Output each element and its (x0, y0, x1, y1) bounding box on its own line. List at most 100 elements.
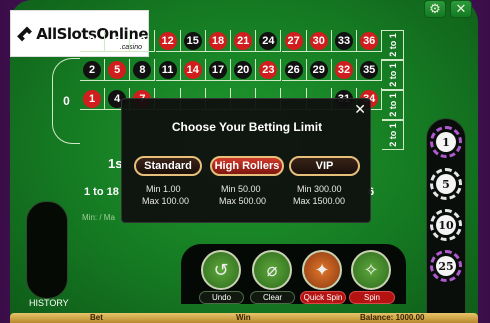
undo-label[interactable]: Undo (199, 291, 244, 304)
number-cell[interactable]: 20 (231, 59, 257, 81)
number-cell[interactable]: 9 (130, 30, 156, 52)
logo-diamond-icon (17, 26, 33, 41)
high-rollers-max: Max 500.00 (219, 196, 267, 206)
clear-icon: ⌀ (266, 259, 278, 280)
number-label: 3 (88, 33, 96, 48)
number-label: 12 (158, 31, 177, 50)
number-cell[interactable]: 26 (281, 59, 307, 81)
number-cell[interactable]: 2 (80, 59, 105, 81)
number-cell[interactable]: 33 (332, 30, 357, 52)
dialog-title: Choose Your Betting Limit (171, 120, 323, 134)
number-label: 17 (209, 60, 227, 79)
number-label: 14 (183, 60, 202, 79)
number-cell[interactable]: 8 (130, 59, 156, 81)
number-label: 29 (309, 60, 328, 79)
zero-cell[interactable]: 0 (52, 58, 80, 144)
number-label: 35 (360, 60, 379, 79)
number-cell[interactable]: 15 (180, 30, 206, 52)
gear-icon[interactable]: ⚙ (424, 0, 446, 18)
number-label: 8 (133, 60, 152, 79)
low-bet[interactable]: 1 to 18 (84, 186, 119, 198)
number-label: 32 (335, 60, 353, 79)
spin-icon: ✧ (363, 259, 379, 280)
chip-5[interactable]: 5 (430, 168, 462, 200)
column-bet-4[interactable]: 2 to 1 (382, 120, 404, 150)
chip-value: 1 (436, 132, 456, 152)
chip-1[interactable]: 1 (430, 126, 462, 158)
table-minmax: Min: / Ma (82, 213, 115, 222)
number-label: 21 (234, 31, 253, 50)
win-label: Win (236, 313, 251, 322)
number-cell[interactable]: 12 (155, 30, 181, 52)
number-cell[interactable]: 11 (155, 59, 181, 81)
standard-limit-button[interactable]: Standard (134, 156, 202, 176)
vip-max: Max 1500.00 (293, 196, 346, 206)
balance-label: Balance: 1000.00 (360, 313, 425, 322)
vip-limit-button[interactable]: VIP (289, 156, 360, 176)
number-cell[interactable]: 21 (231, 30, 257, 52)
number-cell[interactable]: 1 (80, 88, 105, 110)
spin-label[interactable]: Spin (349, 291, 395, 304)
chip-10[interactable]: 10 (430, 209, 462, 241)
number-cell[interactable]: 17 (206, 59, 231, 81)
number-label: 18 (209, 31, 227, 50)
high-rollers-min: Min 50.00 (221, 184, 261, 194)
vip-min: Min 300.00 (297, 184, 342, 194)
quick-spin-label[interactable]: Quick Spin (300, 291, 346, 304)
zero-label: 0 (63, 94, 70, 108)
number-label: 36 (360, 31, 379, 50)
column-bet-label: 2 to 1 (387, 123, 398, 147)
number-label: 11 (158, 60, 177, 79)
number-label: 30 (309, 31, 328, 50)
number-cell[interactable]: 23 (256, 59, 282, 81)
number-label: 5 (108, 60, 127, 79)
high-rollers-limit-button[interactable]: High Rollers (210, 156, 284, 176)
column-bet-2[interactable]: 2 to 1 (382, 60, 404, 90)
number-cell[interactable]: 35 (357, 59, 383, 81)
chip-value: 25 (436, 256, 456, 276)
number-cell[interactable]: 29 (306, 59, 332, 81)
bet-label: Bet (90, 313, 103, 322)
close-icon[interactable]: ✕ (450, 0, 472, 18)
chip-value: 10 (436, 215, 456, 235)
number-label: 20 (234, 60, 253, 79)
clear-label[interactable]: Clear (250, 291, 295, 304)
standard-min: Min 1.00 (146, 184, 181, 194)
column-bet-3[interactable]: 2 to 1 (382, 90, 404, 120)
chip-value: 5 (436, 174, 456, 194)
betting-limit-dialog: ✕ Choose Your Betting Limit Standard Hig… (121, 98, 371, 223)
number-cell[interactable]: 6 (105, 30, 131, 52)
undo-button[interactable]: ↺ (201, 250, 241, 290)
number-cell[interactable]: 18 (206, 30, 231, 52)
number-label: 1 (83, 89, 101, 108)
quick-spin-button[interactable]: ✦ (302, 250, 342, 290)
number-cell[interactable]: 3 (80, 30, 105, 52)
number-cell[interactable]: 27 (281, 30, 307, 52)
number-label: 23 (259, 60, 278, 79)
number-label: 15 (183, 31, 202, 50)
column-bet-1[interactable]: 2 to 1 (382, 30, 404, 60)
chip-25[interactable]: 25 (430, 250, 462, 282)
column-bet-label: 2 to 1 (387, 33, 398, 57)
status-bar: Bet Win Balance: 1000.00 (10, 313, 478, 323)
number-cell[interactable]: 5 (105, 59, 131, 81)
standard-max: Max 100.00 (142, 196, 190, 206)
undo-icon: ↺ (213, 259, 229, 280)
close-icon[interactable]: ✕ (354, 101, 366, 118)
number-cell[interactable]: 14 (180, 59, 206, 81)
number-label: 27 (284, 31, 303, 50)
number-cell[interactable]: 32 (332, 59, 357, 81)
number-label: 26 (284, 60, 303, 79)
number-label: 6 (113, 33, 121, 48)
number-label: 2 (83, 60, 101, 79)
number-label: 33 (335, 31, 353, 50)
column-bet-label: 2 to 1 (387, 63, 398, 87)
number-label: 24 (259, 31, 278, 50)
number-cell[interactable]: 30 (306, 30, 332, 52)
spin-button[interactable]: ✧ (351, 250, 391, 290)
history-label: HISTORY (29, 298, 69, 308)
number-cell[interactable]: 24 (256, 30, 282, 52)
history-panel (26, 201, 68, 299)
clear-button[interactable]: ⌀ (252, 250, 292, 290)
number-cell[interactable]: 36 (357, 30, 383, 52)
